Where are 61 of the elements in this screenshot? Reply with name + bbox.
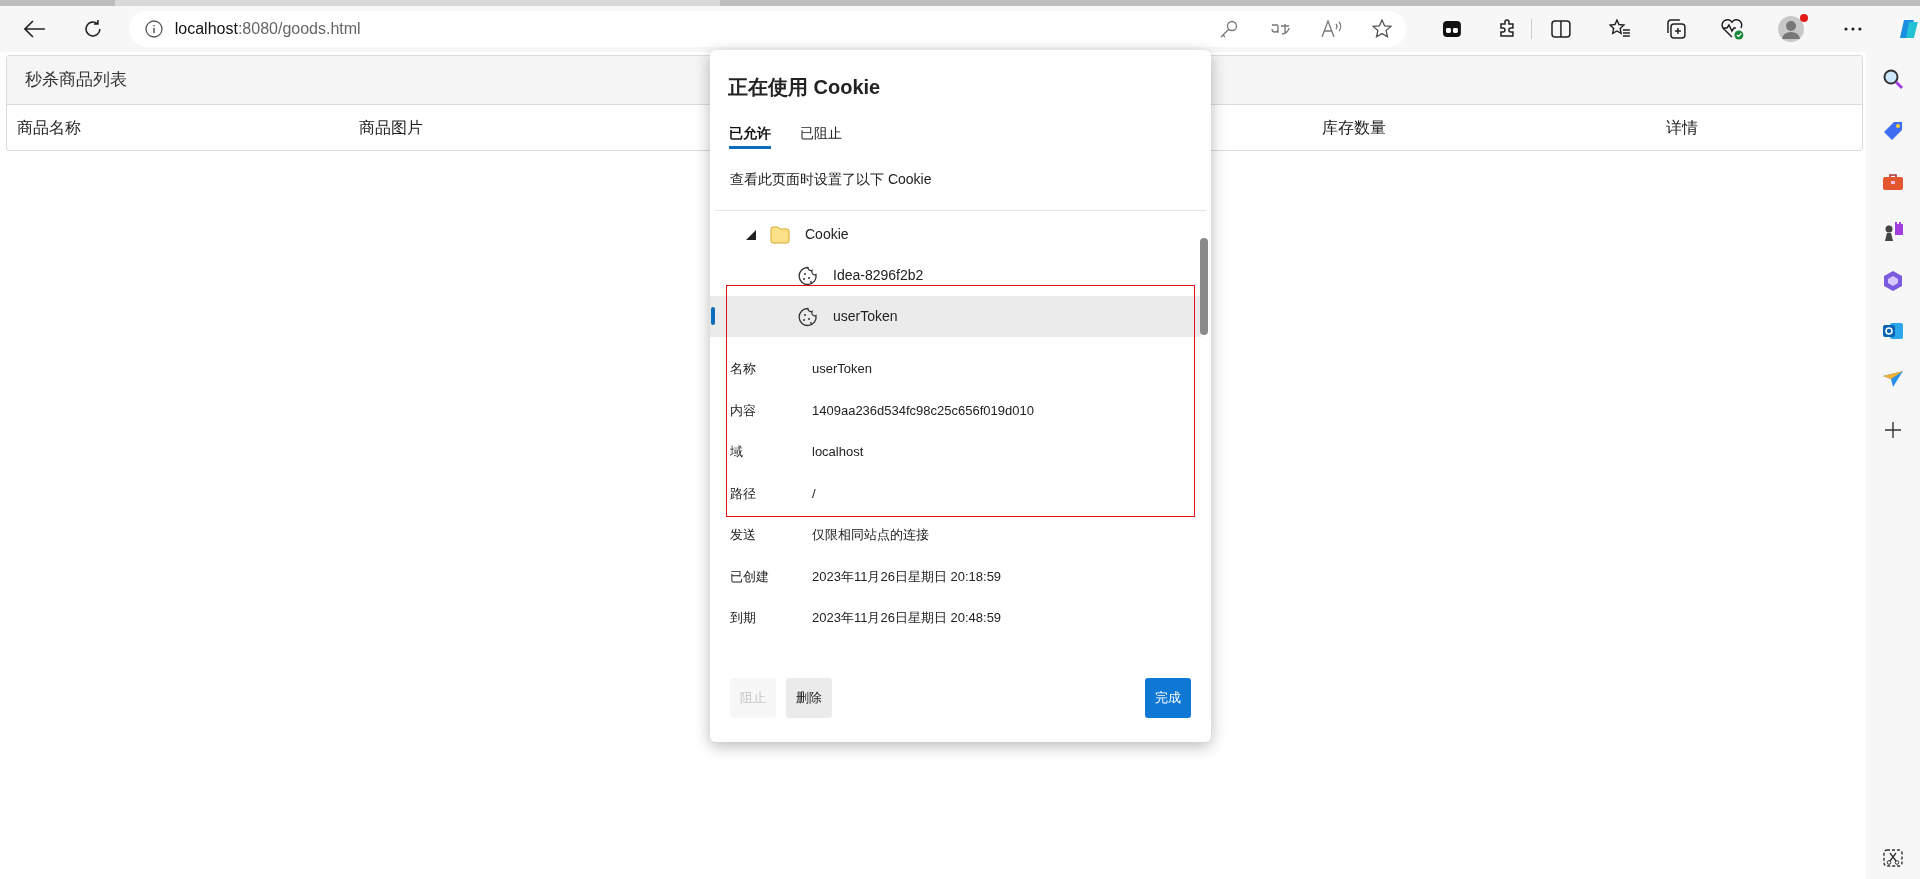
detail-value: 2023年11月26日星期日 20:18:59 xyxy=(812,567,1002,586)
column-header: 库存数量 xyxy=(1322,118,1386,136)
info-icon[interactable] xyxy=(144,20,163,38)
detail-value: localhost xyxy=(812,443,864,461)
tree-item[interactable]: Idea-8296f2b2 xyxy=(710,255,1201,296)
description-text: 查看此页面时设置了以下 Cookie xyxy=(730,170,933,189)
split-screen-icon[interactable] xyxy=(1550,20,1571,38)
scissors-icon[interactable] xyxy=(1883,849,1903,867)
back-icon[interactable] xyxy=(24,20,46,38)
action-button[interactable]: 删除 xyxy=(786,678,832,718)
collections-icon[interactable] xyxy=(1664,18,1687,40)
detail-value: / xyxy=(812,484,816,503)
tag-icon[interactable] xyxy=(1882,120,1904,142)
detail-label: 发送 xyxy=(730,526,757,544)
dialog-title: 正在使用 Cookie xyxy=(728,75,882,100)
send-icon[interactable] xyxy=(1882,370,1904,388)
outlook-icon[interactable] xyxy=(1882,320,1904,342)
detail-label: 内容 xyxy=(730,401,757,420)
detail-label: 到期 xyxy=(730,609,757,627)
tree-label: userToken xyxy=(833,307,898,326)
url-text: localhost:8080/goods.html xyxy=(174,19,361,39)
add-icon[interactable] xyxy=(1885,422,1901,438)
toolbox-icon[interactable] xyxy=(1882,172,1904,192)
done-button[interactable]: 完成 xyxy=(1145,678,1191,718)
scrollbar-thumb[interactable] xyxy=(1200,238,1208,335)
cookie-icon xyxy=(798,265,818,286)
read-aloud-icon[interactable] xyxy=(1321,19,1343,39)
column-header: 商品名称 xyxy=(17,118,81,136)
tab[interactable]: 已允许 xyxy=(729,123,771,149)
detail-value: 2023年11月26日星期日 20:48:59 xyxy=(812,609,1002,627)
key-icon[interactable] xyxy=(1219,19,1239,39)
panel-title: 秒杀商品列表 xyxy=(25,69,127,92)
detail-label: 路径 xyxy=(730,484,757,503)
detail-value: userToken xyxy=(812,360,872,378)
tree-item[interactable]: userToken xyxy=(710,296,1201,337)
copilot-icon[interactable] xyxy=(1898,18,1920,40)
refresh-icon[interactable] xyxy=(82,19,103,39)
health-icon[interactable] xyxy=(1720,18,1745,40)
folder-icon xyxy=(770,225,790,244)
detail-label: 名称 xyxy=(730,360,757,378)
favorites-icon[interactable] xyxy=(1608,19,1631,39)
detail-label: 域 xyxy=(730,443,744,461)
profile-avatar[interactable] xyxy=(1778,16,1805,42)
address-bar[interactable]: localhost:8080/goods.html xyxy=(128,11,1406,47)
cookie-icon xyxy=(798,306,818,327)
extension-icon[interactable] xyxy=(1442,20,1462,38)
star-icon[interactable] xyxy=(1372,19,1392,39)
office-icon[interactable] xyxy=(1882,270,1904,292)
detail-label: 已创建 xyxy=(730,567,770,586)
detail-value: 仅限相同站点的连接 xyxy=(812,526,929,544)
chess-icon[interactable] xyxy=(1882,220,1904,242)
column-header: 详情 xyxy=(1666,118,1698,136)
tree-label: Idea-8296f2b2 xyxy=(833,266,924,285)
detail-value: 1409aa236d534fc98c25c656f019d010 xyxy=(812,401,1034,420)
tree-label: Cookie xyxy=(805,225,849,244)
tab[interactable]: 已阻止 xyxy=(800,123,842,149)
more-icon[interactable] xyxy=(1844,27,1863,31)
tree-item[interactable]: Cookie xyxy=(710,214,1201,255)
expanded-caret-icon[interactable] xyxy=(746,229,756,240)
column-header: 商品图片 xyxy=(359,118,423,136)
search-icon[interactable] xyxy=(1882,68,1904,90)
